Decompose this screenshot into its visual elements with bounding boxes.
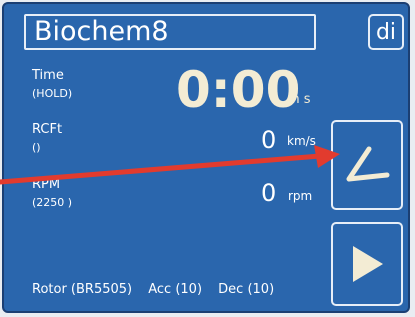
rcf-label: RCFt — [32, 122, 63, 137]
play-icon — [353, 246, 383, 282]
time-mode: (HOLD) — [32, 87, 73, 100]
di-label: di — [375, 19, 397, 45]
acc-info: Acc (10) — [148, 282, 203, 297]
set-parameters-button[interactable] — [331, 120, 403, 210]
time-value: 0:00 — [176, 61, 301, 119]
start-button[interactable] — [331, 222, 403, 306]
rpm-setting: (2250 ) — [32, 196, 73, 209]
angle-icon — [346, 146, 390, 182]
footer-status: Rotor (BR5505) Acc (10) Dec (10) — [32, 282, 286, 297]
rcf-setting: () — [32, 141, 41, 154]
time-label: Time — [32, 68, 64, 83]
rotor-info: Rotor (BR5505) — [32, 282, 133, 297]
program-title-text: Biochem8 — [34, 16, 169, 47]
rcf-unit: km/s — [287, 134, 316, 148]
time-unit: m s — [287, 92, 311, 107]
rpm-value: 0 — [261, 179, 277, 207]
rcf-value: 0 — [261, 126, 277, 154]
rpm-unit: rpm — [288, 189, 313, 203]
di-button[interactable]: di — [368, 14, 404, 50]
rpm-label: RPM — [32, 177, 61, 192]
program-title[interactable]: Biochem8 — [24, 14, 316, 50]
dec-info: Dec (10) — [218, 282, 275, 297]
centrifuge-screen: Biochem8 di Time (HOLD) 0:00 m s RCFt ()… — [2, 2, 410, 313]
